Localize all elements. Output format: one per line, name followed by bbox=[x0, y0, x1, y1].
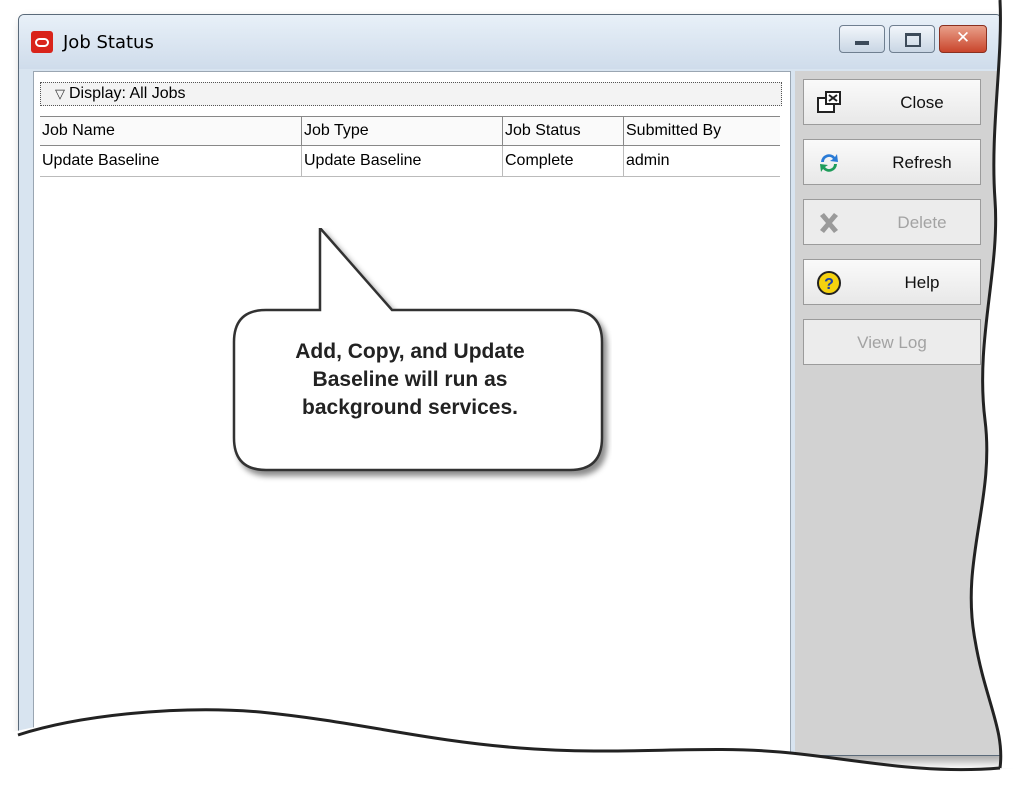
torn-edge-overlay bbox=[0, 0, 1031, 790]
